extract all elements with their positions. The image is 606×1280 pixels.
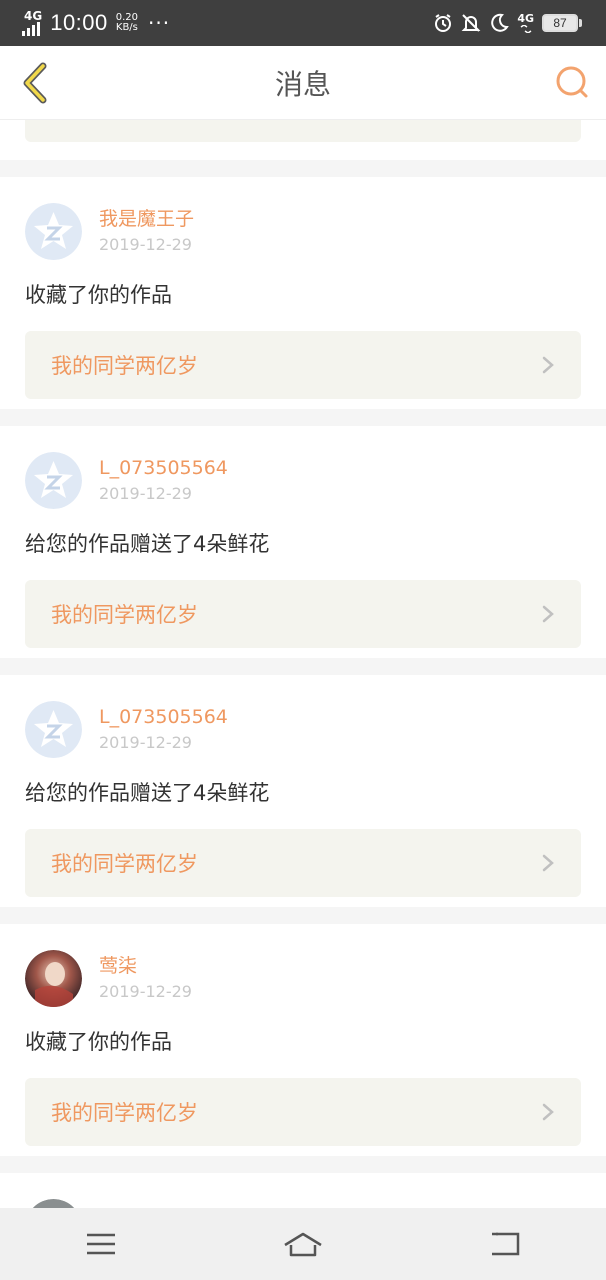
partial-message-top [0,120,606,160]
home-icon [284,1232,322,1257]
default-avatar[interactable] [25,203,82,260]
message-date: 2019-12-29 [99,484,192,503]
app-header: 消息 [0,46,606,120]
qzone-star-icon [25,452,82,509]
home-button[interactable] [273,1214,333,1274]
default-avatar[interactable] [25,452,82,509]
work-link[interactable]: 我的同学两亿岁 [25,1078,581,1146]
message-item: L_073505564 2019-12-29 给您的作品赠送了4朵鲜花 我的同学… [0,675,606,907]
menu-icon [87,1233,115,1255]
message-item-partial: 莽穹 [0,1173,606,1208]
signal-group: 4G [22,9,43,36]
message-text: 给您的作品赠送了4朵鲜花 [25,532,270,556]
status-left: 4G 10:00 0.20 KB/s ··· [22,9,171,36]
message-date: 2019-12-29 [99,733,192,752]
message-date: 2019-12-29 [99,235,192,254]
username-link[interactable]: 我是魔王子 [99,206,194,232]
battery-level: 87 [542,14,578,32]
status-bar: 4G 10:00 0.20 KB/s ··· 4G 87 [0,0,606,46]
chevron-right-icon [542,605,554,623]
work-title: 我的同学两亿岁 [51,852,198,876]
network-speed: 0.20 KB/s [116,13,138,33]
photo-avatar[interactable] [25,1199,82,1208]
message-item: 我是魔王子 2019-12-29 收藏了你的作品 我的同学两亿岁 [0,177,606,409]
username-link[interactable]: 莺柒 [99,953,192,979]
signal-icon [22,22,40,36]
back-icon [492,1232,520,1256]
back-nav-button[interactable] [475,1214,535,1274]
network-type-2: 4G [517,13,534,33]
battery-icon: 87 [542,14,582,32]
search-icon [556,66,588,98]
page-title: 消息 [274,67,331,101]
network-type: 4G [24,9,43,23]
message-text: 收藏了你的作品 [25,1030,172,1054]
chevron-right-icon [542,854,554,872]
work-title: 我的同学两亿岁 [51,603,198,627]
system-navbar [0,1208,606,1280]
work-title: 我的同学两亿岁 [51,354,198,378]
username-link[interactable]: L_073505564 [99,455,228,481]
username-link[interactable]: L_073505564 [99,704,228,730]
chevron-right-icon [542,356,554,374]
qzone-star-icon [25,701,82,758]
message-item: L_073505564 2019-12-29 给您的作品赠送了4朵鲜花 我的同学… [0,426,606,658]
photo-avatar[interactable] [25,950,82,1007]
user-photo [32,1199,75,1208]
speed-unit: KB/s [115,22,138,33]
message-text: 给您的作品赠送了4朵鲜花 [25,781,270,805]
data-arrows-icon [520,25,532,33]
work-link-partial[interactable] [25,120,581,142]
default-avatar[interactable] [25,701,82,758]
alarm-icon [435,14,452,32]
qzone-star-icon [25,203,82,260]
clock: 10:00 [50,10,108,35]
user-photo [25,950,82,1007]
message-date: 2019-12-29 [99,982,192,1001]
status-right: 4G 87 [433,13,582,33]
message-text: 收藏了你的作品 [25,283,172,307]
back-button[interactable] [14,60,54,106]
mute-icon [461,14,481,32]
message-item: 莺柒 2019-12-29 收藏了你的作品 我的同学两亿岁 [0,924,606,1156]
work-link[interactable]: 我的同学两亿岁 [25,580,581,648]
chevron-left-icon [23,62,47,104]
search-button[interactable] [552,62,592,102]
menu-button[interactable] [71,1214,131,1274]
do-not-disturb-moon-icon [491,13,510,32]
work-link[interactable]: 我的同学两亿岁 [25,331,581,399]
chevron-right-icon [542,1103,554,1121]
more-indicator: ··· [148,11,171,35]
work-link[interactable]: 我的同学两亿岁 [25,829,581,897]
message-list[interactable]: 我是魔王子 2019-12-29 收藏了你的作品 我的同学两亿岁 L_07350… [0,120,606,1208]
work-title: 我的同学两亿岁 [51,1101,198,1125]
